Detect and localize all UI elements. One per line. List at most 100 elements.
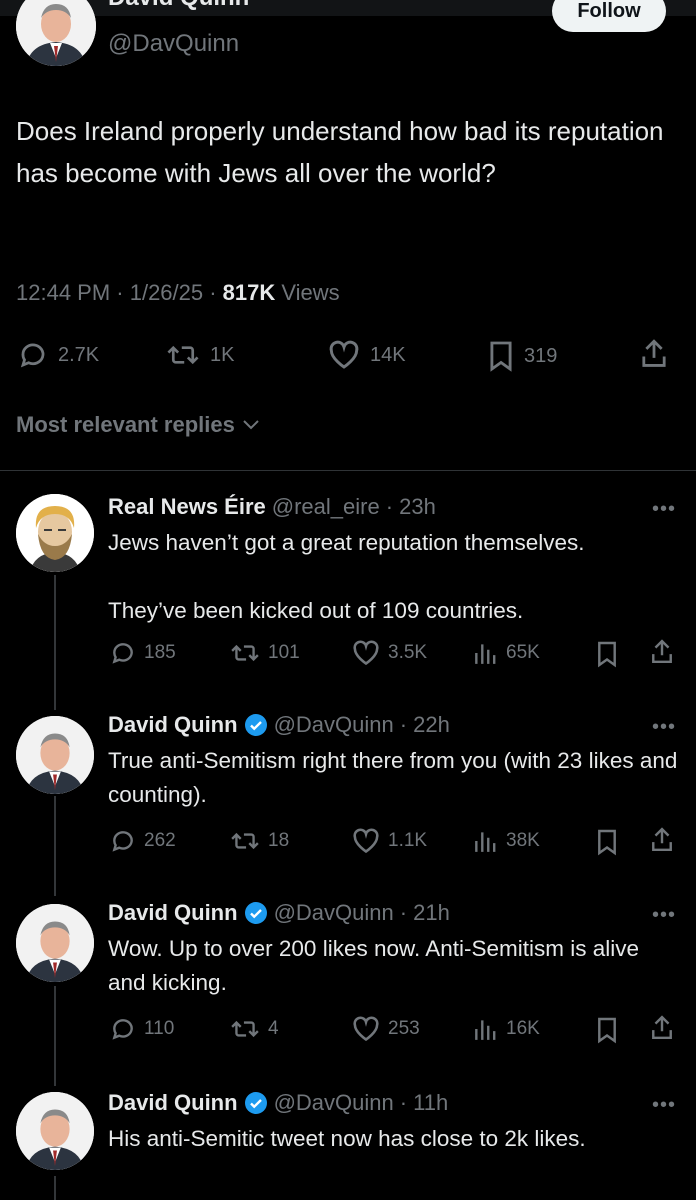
bookmark-icon: [598, 641, 616, 668]
repost-button[interactable]: 101: [230, 640, 300, 666]
tweet-text: Does Ireland properly understand how bad…: [16, 116, 664, 188]
like-count: 1.1K: [388, 830, 428, 851]
reply-button[interactable]: 262: [110, 828, 176, 854]
repost-count: 18: [268, 830, 290, 851]
more-options-icon[interactable]: •••: [652, 498, 676, 521]
author-handle[interactable]: @DavQuinn: [108, 30, 239, 58]
heart-icon: [353, 1016, 379, 1042]
reply-author-handle[interactable]: @real_eire: [272, 494, 380, 520]
like-button[interactable]: 14K: [328, 340, 406, 370]
repost-icon: [167, 345, 199, 365]
views-count: 16K: [506, 1018, 540, 1039]
reply-avatar[interactable]: [16, 904, 94, 982]
reply-author-handle[interactable]: @DavQuinn: [274, 712, 394, 738]
reply-icon: [112, 1019, 133, 1040]
reply-count: 262: [144, 830, 176, 851]
like-button[interactable]: 3.5K: [352, 640, 427, 666]
reply-author-name[interactable]: David Quinn: [108, 1090, 238, 1116]
share-icon: [642, 339, 666, 367]
like-button[interactable]: 1.1K: [352, 828, 427, 854]
like-count: 3.5K: [388, 642, 428, 663]
repost-icon: [231, 644, 259, 662]
reply-actions: 262 18 1.1K 38K: [0, 826, 696, 858]
repost-icon: [231, 832, 259, 850]
reply-avatar[interactable]: [16, 1092, 94, 1170]
bookmark-icon: [598, 829, 616, 856]
follow-button[interactable]: Follow: [552, 0, 666, 32]
reply-time[interactable]: · 11h: [400, 1090, 449, 1116]
more-options-icon[interactable]: •••: [652, 904, 676, 927]
share-icon: [652, 639, 672, 664]
bookmark-button[interactable]: [596, 1016, 618, 1044]
reply-header: David Quinn @DavQuinn · 11h: [108, 1090, 448, 1116]
reply-button[interactable]: 110: [110, 1016, 174, 1042]
reply-author-name[interactable]: Real News Éire: [108, 494, 266, 520]
reply-count: 2.7K: [58, 343, 100, 366]
verified-badge-icon: [244, 902, 267, 924]
heart-icon: [353, 640, 379, 666]
bookmark-count: 319: [524, 344, 558, 367]
thread-line: [54, 1176, 56, 1200]
replies-sort-dropdown[interactable]: Most relevant replies: [16, 412, 261, 438]
share-button[interactable]: [650, 1014, 674, 1042]
reply-text: True anti-Semitism right there from you …: [108, 748, 678, 807]
reply-time[interactable]: · 23h: [386, 494, 436, 520]
reply-time[interactable]: · 22h: [400, 712, 450, 738]
share-icon: [652, 827, 672, 852]
repost-count: 101: [268, 642, 300, 663]
views-button[interactable]: 38K: [472, 828, 540, 854]
repost-button[interactable]: 18: [230, 828, 289, 854]
author-avatar[interactable]: [16, 0, 96, 66]
reply-header: David Quinn @DavQuinn · 22h: [108, 712, 450, 738]
reply-time[interactable]: · 21h: [400, 900, 450, 926]
reply-icon: [20, 343, 45, 368]
reply-text: His anti-Semitic tweet now has close to …: [108, 1126, 586, 1151]
like-button[interactable]: 253: [352, 1016, 420, 1042]
bookmark-button[interactable]: 319: [488, 340, 557, 372]
reply-button[interactable]: 185: [110, 640, 176, 666]
like-count: 253: [388, 1018, 420, 1039]
reply-icon: [112, 831, 133, 852]
reply-button[interactable]: 2.7K: [18, 340, 99, 370]
bookmark-button[interactable]: [596, 640, 618, 668]
share-button[interactable]: [650, 826, 674, 854]
verified-badge-icon: [244, 714, 267, 736]
reply-count: 185: [144, 642, 176, 663]
repost-button[interactable]: 1K: [166, 340, 234, 370]
views-label: Views: [275, 280, 340, 305]
views-chart-icon: [475, 1020, 496, 1040]
tweet-timestamp[interactable]: 12:44 PM · 1/26/25 ·: [16, 280, 223, 305]
more-options-icon[interactable]: •••: [652, 1094, 676, 1117]
reply-author-name[interactable]: David Quinn: [108, 900, 238, 926]
reply-author-handle[interactable]: @DavQuinn: [274, 1090, 394, 1116]
repost-icon: [231, 1020, 259, 1038]
reply-count: 110: [144, 1018, 175, 1039]
reply-author-name[interactable]: David Quinn: [108, 712, 238, 738]
repost-count: 1K: [210, 343, 235, 366]
reply-header: David Quinn @DavQuinn · 21h: [108, 900, 450, 926]
bookmark-icon: [490, 341, 512, 372]
share-icon: [652, 1015, 672, 1040]
share-button[interactable]: [650, 638, 674, 666]
verified-badge-icon: [244, 1092, 267, 1114]
reply-avatar[interactable]: [16, 716, 94, 794]
tweet-actions: 2.7K 1K 14K 319: [0, 338, 696, 378]
divider: [0, 470, 696, 471]
repost-button[interactable]: 4: [230, 1016, 279, 1042]
reply-author-handle[interactable]: @DavQuinn: [274, 900, 394, 926]
views-button[interactable]: 16K: [472, 1016, 540, 1042]
author-name[interactable]: David Quinn: [108, 0, 249, 12]
views-chart-icon: [475, 644, 496, 664]
views-count: 65K: [506, 642, 540, 663]
share-button[interactable]: [640, 338, 668, 370]
chevron-down-icon: [243, 420, 259, 430]
bookmark-button[interactable]: [596, 828, 618, 856]
views-button[interactable]: 65K: [472, 640, 540, 666]
reply-actions: 185 101 3.5K 65K: [0, 638, 696, 670]
more-options-icon[interactable]: •••: [652, 716, 676, 739]
reply-avatar[interactable]: [16, 494, 94, 572]
bookmark-icon: [598, 1017, 616, 1044]
views-count: 38K: [506, 830, 540, 851]
views-count: 817K: [222, 280, 276, 305]
reply-icon: [112, 643, 133, 664]
